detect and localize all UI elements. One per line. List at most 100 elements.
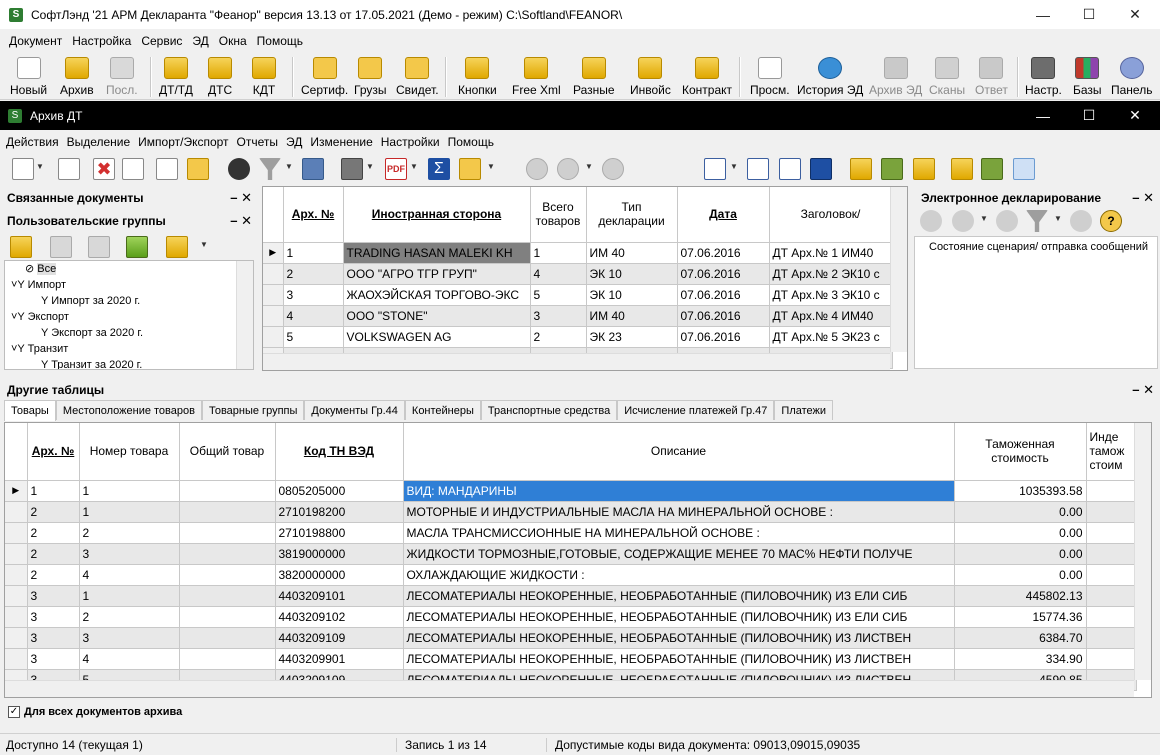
inner-close-button[interactable]: ✕ [1112,101,1158,130]
tree-item-export-2020[interactable]: Υ Экспорт за 2020 г. [5,325,253,341]
binoculars-icon[interactable] [228,158,250,180]
table-cell[interactable] [179,648,276,670]
table-cell[interactable]: ДТ Арх.№ 2 ЭК10 с [769,263,893,285]
menu-service[interactable]: Сервис [136,34,187,48]
table-cell[interactable]: 0.00 [954,522,1087,544]
answer-button[interactable]: Ответ [975,55,1008,99]
export-table-icon[interactable] [302,158,324,180]
table-cell[interactable] [1086,564,1137,586]
table-cell[interactable]: 1 [79,501,180,523]
table-cell[interactable]: ИМ 40 [586,305,678,327]
help-icon[interactable]: ? [1100,210,1122,232]
folder-arrow-icon[interactable] [850,158,872,180]
package-icon[interactable] [459,158,481,180]
table-cell[interactable]: VOLKSWAGEN AG [343,326,531,348]
table-cell[interactable]: 07.06.2016 [677,305,770,327]
table-cell[interactable]: 0.00 [954,564,1087,586]
invoice-button[interactable]: Инвойс [630,55,671,99]
menu-help[interactable]: Помощь [444,135,498,149]
tree-item-transit-2020[interactable]: Υ Транзит за 2020 г. [5,357,253,369]
table-cell[interactable]: ЭК 23 [586,326,678,348]
table-row[interactable]: 4 ООО "STONE" 3 ИМ 40 07.06.2016 ДТ Арх.№ 4 И… [263,305,893,327]
group-options-icon[interactable] [166,236,188,258]
ed-archive-button[interactable]: Архив ЭД [869,55,922,99]
tree-item-import-2020[interactable]: Υ Импорт за 2020 г. [5,293,253,309]
all-docs-checkbox[interactable]: ✓ [8,706,20,718]
table-row[interactable]: 2 ООО "АГРО ТГР ГРУП" 4 ЭК 10 07.06.2016 ДТ А… [263,263,893,285]
panel-close-icon[interactable]: – ✕ [1132,382,1154,398]
xml-export-icon[interactable] [704,158,726,180]
archive-hscrollbar[interactable] [263,353,890,370]
folder-groups-icon[interactable] [981,158,1003,180]
table-cell[interactable] [1086,606,1137,628]
all-docs-checkbox-row[interactable]: ✓ Для всех документов архива [8,704,182,720]
table-cell[interactable]: 0.00 [954,543,1087,565]
menu-document[interactable]: Документ [4,34,67,48]
new-button[interactable]: Новый [10,55,47,99]
table-cell[interactable]: ООО "АГРО ТГР ГРУП" [343,263,531,285]
table-cell[interactable] [179,480,276,502]
folder-tree-icon[interactable] [881,158,903,180]
row-indicator[interactable] [5,585,28,607]
col-description[interactable]: Описание [403,423,955,481]
col-customs-value[interactable]: Таможенная стоимость [954,423,1087,481]
table-row[interactable]: 5 VOLKSWAGEN AG 2 ЭК 23 07.06.2016 ДТ Арх.№ 5… [263,326,893,348]
row-indicator[interactable] [5,522,28,544]
table-row[interactable]: 3 2 4403209102 ЛЕСОМАТЕРИАЛЫ НЕОКОРЕННЫЕ, Н… [5,606,1137,628]
table-cell[interactable]: 3 [530,305,587,327]
filter-icon[interactable] [1026,210,1048,232]
table-cell[interactable]: ДТ Арх.№ 5 ЭК23 с [769,326,893,348]
table-cell[interactable]: 5 [530,284,587,306]
table-cell[interactable]: 1 [530,242,587,264]
menu-settings[interactable]: Настройки [377,135,444,149]
filter-icon[interactable] [259,158,281,180]
hierarchy-icon[interactable] [1013,158,1035,180]
table-cell[interactable]: TRADING HASAN MALEKI KH [343,242,531,264]
table-cell[interactable]: ВИД: МАНДАРИНЫ [403,480,955,502]
table-cell[interactable]: ДТ Арх.№ 4 ИМ40 [769,305,893,327]
col-hs-code[interactable]: Код ТН ВЭД [275,423,404,481]
row-indicator[interactable] [263,326,284,348]
databases-button[interactable]: Базы [1073,55,1102,99]
table-cell[interactable]: 2 [27,522,80,544]
table-cell[interactable]: 15774.36 [954,606,1087,628]
table-cell[interactable]: 1035393.58 [954,480,1087,502]
col-declaration-type[interactable]: Тип декларации [586,187,678,243]
chevron-down-icon[interactable]: ▼ [730,163,738,171]
table-cell[interactable]: 3819000000 [275,543,404,565]
new-group-folder-icon[interactable] [10,236,32,258]
table-cell[interactable] [179,522,276,544]
table-cell[interactable]: 3 [283,284,344,306]
table-cell[interactable]: 2 [27,501,80,523]
menu-selection[interactable]: Выделение [63,135,135,149]
table-cell[interactable] [179,627,276,649]
inner-maximize-button[interactable]: ☐ [1066,101,1112,130]
table-row[interactable]: 2 4 3820000000 ОХЛАЖДАЮЩИЕ ЖИДКОСТИ :0.00 [5,564,1137,586]
table-cell[interactable]: 3 [27,648,80,670]
archive-button[interactable]: Архив [60,55,94,99]
table-cell[interactable]: 0.00 [954,501,1087,523]
goods-vscrollbar[interactable] [1134,423,1151,680]
panel-button[interactable]: Панель [1111,55,1152,99]
table-cell[interactable]: ДТ Арх.№ 1 ИМ40 [769,242,893,264]
table-cell[interactable]: 4403209109 [275,627,404,649]
table-cell[interactable]: 07.06.2016 [677,242,770,264]
kdt-button[interactable]: КДТ [252,55,276,99]
table-cell[interactable]: ЛЕСОМАТЕРИАЛЫ НЕОКОРЕННЫЕ, НЕОБРАБОТАННЫ… [403,606,955,628]
delete-group-icon[interactable] [50,236,72,258]
table-cell[interactable]: 1 [79,480,180,502]
table-cell[interactable]: 2 [530,326,587,348]
goods-hscrollbar[interactable] [5,680,1134,697]
dt-td-button[interactable]: ДТ/ТД [159,55,193,99]
tab-goods-location[interactable]: Местоположение товаров [55,400,202,420]
tree-item-transit[interactable]: ˅Υ Транзит [5,341,253,357]
table-row[interactable]: ▶ 1 1 0805205000 ВИД: МАНДАРИНЫ 1035393.58 [5,480,1137,502]
table-cell[interactable]: 3820000000 [275,564,404,586]
pdf-icon[interactable]: PDF [385,158,407,180]
view-button[interactable]: Просм. [750,55,790,99]
table-row[interactable]: 2 3 3819000000 ЖИДКОСТИ ТОРМОЗНЫЕ,ГОТОВЫЕ, … [5,543,1137,565]
sum-icon[interactable]: Σ [428,158,450,180]
table-cell[interactable]: 07.06.2016 [677,284,770,306]
table-row[interactable]: 3 ЖАОХЭЙСКАЯ ТОРГОВО-ЭКС 5 ЭК 10 07.06.2016 Д… [263,284,893,306]
col-common-item[interactable]: Общий товар [179,423,276,481]
